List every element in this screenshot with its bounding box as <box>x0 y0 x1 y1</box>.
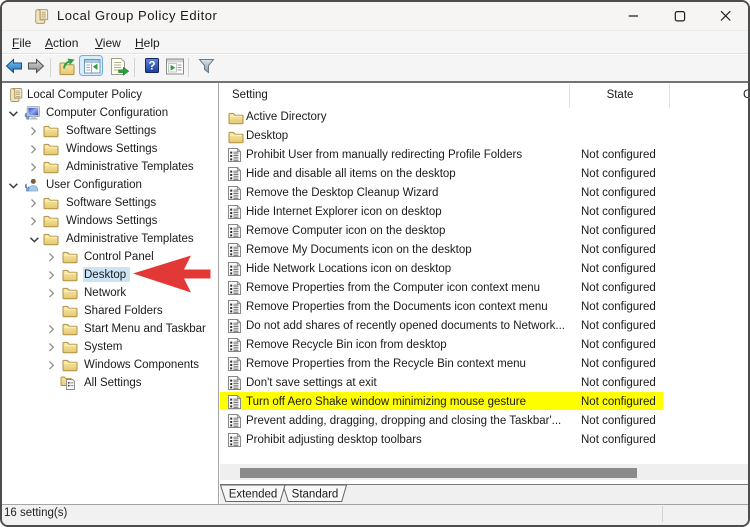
svg-text:Standard: Standard <box>292 489 339 501</box>
svg-text:Extended: Extended <box>229 489 278 501</box>
svg-text:?: ? <box>148 61 155 73</box>
